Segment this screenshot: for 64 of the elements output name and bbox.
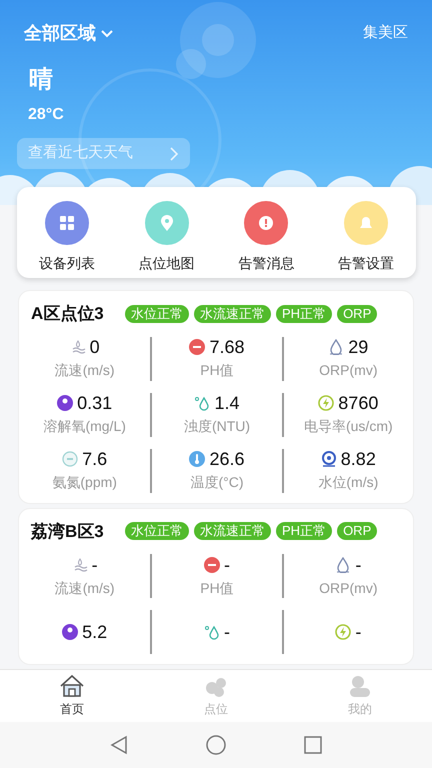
metric-value: 0.31 (77, 392, 112, 414)
metric-label: 溶解氧(mg/L) (43, 417, 126, 436)
back-icon (109, 735, 129, 755)
status-tag: 水位正常 (125, 304, 189, 323)
quick-menu-item[interactable]: 设备列表 (17, 201, 117, 274)
quick-menu-item[interactable]: 点位地图 (116, 201, 216, 274)
metric-label: PH值 (200, 578, 234, 598)
status-tag: ORP (337, 304, 378, 323)
metric-value: 7.6 (82, 448, 108, 470)
house-icon (59, 674, 85, 698)
oxygen-icon (62, 624, 78, 640)
metric-value: 5.2 (82, 621, 108, 643)
status-tag: 水流速正常 (194, 522, 271, 540)
drop-icon (335, 556, 352, 572)
lightning-icon (335, 624, 352, 640)
person-icon (347, 674, 373, 698)
quick-menu-item[interactable]: 告警设置 (316, 201, 416, 274)
metric-value: 7.68 (209, 336, 245, 358)
alarm-icon (244, 201, 288, 245)
metric-value: 8760 (338, 392, 378, 414)
metric-value: - (224, 554, 230, 576)
metric-value: 1.4 (214, 392, 240, 414)
map-icon (144, 201, 189, 245)
site-name: A区点位3 (31, 303, 104, 325)
status-tag: 水流速正常 (194, 304, 271, 323)
metric-value: - (224, 621, 230, 643)
status-tag: ORP (337, 522, 378, 540)
status-tag: PH正常 (276, 522, 332, 540)
metric-label: ORP(mv) (319, 578, 378, 598)
metric-label: 温度(°C) (190, 473, 244, 492)
metric-label: 流速(m/s) (54, 361, 115, 380)
weather-condition: 晴 (29, 65, 53, 95)
quick-menu-item[interactable]: 告警消息 (216, 201, 316, 274)
metric-value: 29 (348, 336, 368, 358)
home-icon (205, 734, 227, 756)
metric-value: 8.82 (340, 448, 376, 470)
drop-icon (204, 624, 220, 640)
settings-icon (344, 201, 388, 245)
metric-value: - (355, 621, 362, 643)
recents-icon (303, 735, 323, 755)
metric-label: 流速(m/s) (54, 578, 115, 598)
metric-value: 26.6 (209, 448, 245, 470)
metric-value: - (355, 554, 362, 576)
metric-label: PH值 (200, 361, 234, 380)
metric-label: ORP(mv) (319, 361, 378, 380)
drop-icon (194, 395, 210, 411)
drop-icon (328, 339, 344, 355)
tab-item[interactable]: 首页 (0, 670, 144, 722)
temperature-value: 28°C (28, 105, 64, 125)
metric-label: 氨氮(ppm) (52, 473, 117, 492)
metric-value: - (92, 554, 98, 576)
devices-icon (44, 201, 89, 245)
oxygen-icon (57, 395, 74, 411)
metric-value: 0 (90, 336, 100, 358)
lightning-icon (318, 395, 334, 411)
status-tag: PH正常 (276, 304, 332, 323)
metric-label: 水位(m/s) (318, 473, 378, 492)
status-tag: 水位正常 (125, 522, 189, 540)
chevron-down-icon (100, 28, 114, 38)
metric-label: 电导率(us/cm) (304, 417, 393, 436)
thermometer-icon (189, 451, 206, 467)
site-name: 荔湾B区3 (31, 520, 104, 542)
metric-label: 浊度(NTU) (184, 417, 250, 436)
chevron-right-icon (169, 146, 179, 162)
